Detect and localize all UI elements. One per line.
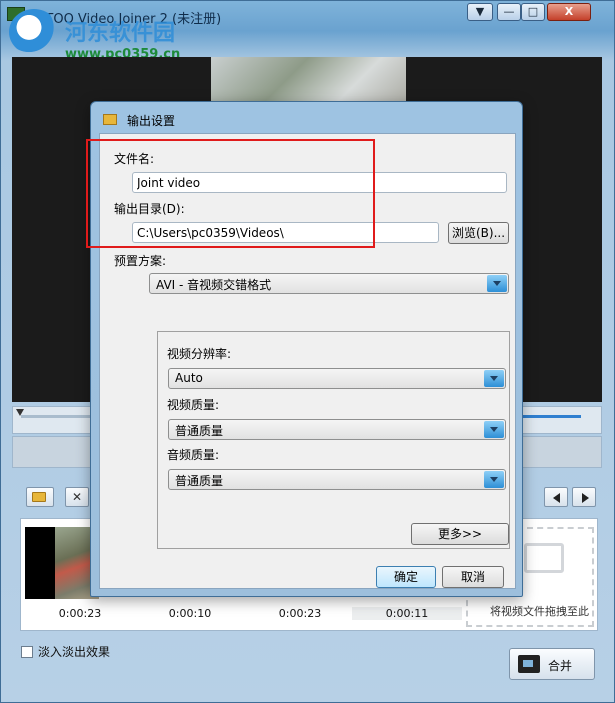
triangle-left-icon <box>553 493 560 503</box>
browse-button[interactable]: 浏览(B)... <box>448 222 509 244</box>
folder-icon <box>103 114 117 125</box>
audio-quality-dropdown[interactable]: 普通质量 <box>168 469 506 490</box>
add-video-icon <box>524 543 564 573</box>
merge-button[interactable]: 合并 <box>509 648 595 680</box>
chevron-down-icon[interactable] <box>487 275 507 292</box>
merge-label: 合并 <box>548 659 573 673</box>
chevron-down-icon[interactable] <box>484 421 504 438</box>
ok-button[interactable]: 确定 <box>376 566 436 588</box>
preset-dropdown[interactable]: AVI - 音视频交错格式 <box>149 273 509 294</box>
video-resolution-value: Auto <box>175 371 203 385</box>
dialog-title-bar: 输出设置 <box>91 102 522 132</box>
preview-frame <box>211 57 406 107</box>
video-quality-label: 视频质量: <box>167 398 220 412</box>
chevron-down-icon[interactable] <box>484 370 504 387</box>
watermark-title: 河东软件园 <box>65 21 176 46</box>
drop-zone-text: 将视频文件拖拽至此 <box>490 605 589 618</box>
clip-duration: 0:00:10 <box>168 607 212 620</box>
folder-icon <box>32 492 46 502</box>
format-settings-panel: 视频分辨率: Auto 视频质量: 普通质量 音频质量: 普通质量 更多>> <box>157 331 510 549</box>
add-file-button[interactable] <box>26 487 54 507</box>
clip-duration: 0:00:23 <box>58 607 102 620</box>
watermark-logo-icon <box>9 9 59 55</box>
menu-button[interactable]: ▼ <box>467 3 493 21</box>
preset-value: AVI - 音视频交错格式 <box>156 278 272 292</box>
remove-file-button[interactable]: ✕ <box>65 487 89 507</box>
fade-checkbox[interactable] <box>21 646 33 658</box>
more-button[interactable]: 更多>> <box>411 523 509 545</box>
close-icon: ✕ <box>71 490 83 504</box>
video-quality-dropdown[interactable]: 普通质量 <box>168 419 506 440</box>
film-icon <box>518 655 540 673</box>
maximize-button[interactable]: □ <box>521 3 545 21</box>
annotation-highlight-box <box>86 139 375 248</box>
next-clip-button[interactable] <box>572 487 596 507</box>
chevron-down-icon[interactable] <box>484 471 504 488</box>
video-quality-value: 普通质量 <box>175 424 224 438</box>
previous-clip-button[interactable] <box>544 487 568 507</box>
clip-thumbnail[interactable] <box>25 527 99 599</box>
triangle-right-icon <box>582 493 589 503</box>
cancel-button[interactable]: 取消 <box>442 566 504 588</box>
preset-label: 预置方案: <box>114 254 167 268</box>
audio-quality-label: 音频质量: <box>167 448 220 462</box>
video-resolution-label: 视频分辨率: <box>167 347 232 361</box>
minimize-button[interactable]: — <box>497 3 521 21</box>
dialog-title: 输出设置 <box>127 114 176 128</box>
fade-label: 淡入淡出效果 <box>38 645 111 659</box>
audio-quality-value: 普通质量 <box>175 474 224 488</box>
clip-duration: 0:00:23 <box>278 607 322 620</box>
close-button[interactable]: X <box>547 3 591 21</box>
video-resolution-dropdown[interactable]: Auto <box>168 368 506 389</box>
clip-duration: 0:00:11 <box>352 607 462 620</box>
